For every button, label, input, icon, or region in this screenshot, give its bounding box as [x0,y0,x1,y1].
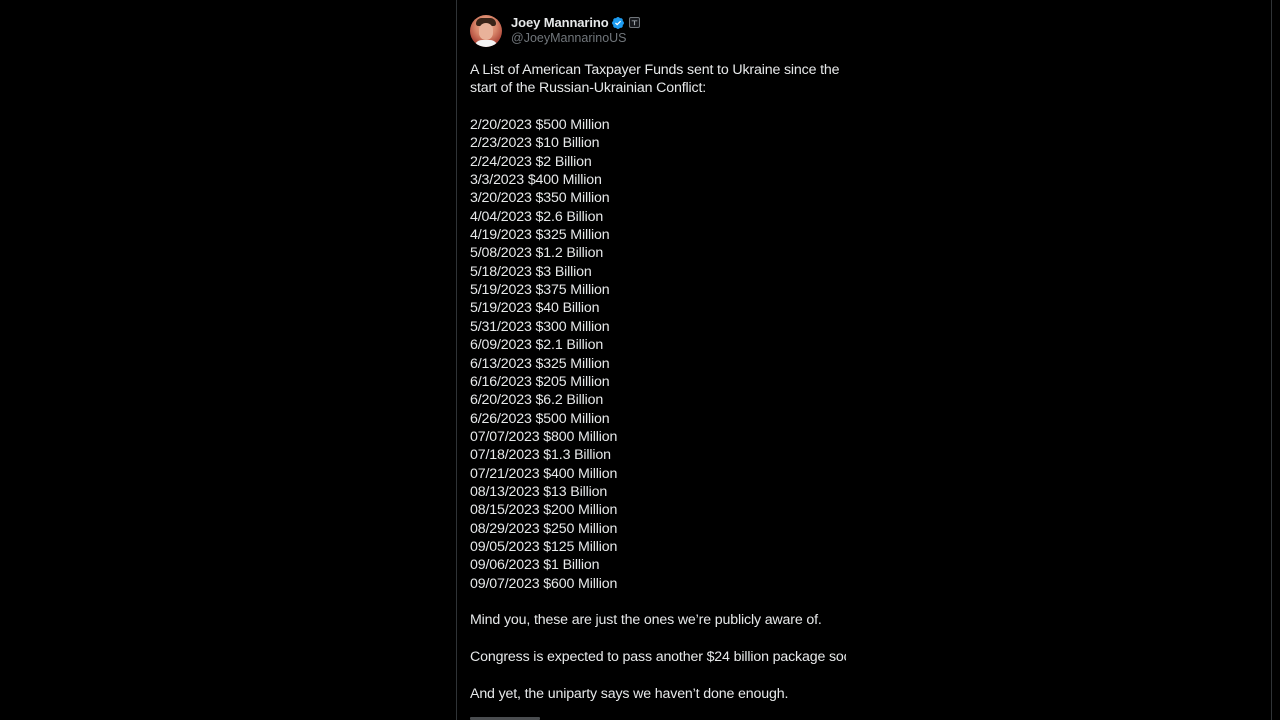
list-item: 07/21/2023 $400 Million [470,465,618,482]
intro-line-2: start of the Russian-Ukrainian Conflict: [470,80,707,97]
truncated-next-line [470,714,590,720]
closing-text: And yet, the uniparty says we haven’t do… [470,685,789,702]
tweet: Joey Mannarino @JoeyMannarinoUS A List o… [470,14,846,703]
list-item: 5/19/2023 $375 Million [470,282,610,299]
list-item: 07/07/2023 $800 Million [470,428,618,445]
list-item: 2/20/2023 $500 Million [470,117,610,134]
author-handle[interactable]: @JoeyMannarinoUS [511,31,640,45]
page: Joey Mannarino @JoeyMannarinoUS A List o… [0,0,1280,720]
list-item: 6/26/2023 $500 Million [470,410,610,427]
list-item: 5/08/2023 $1.2 Billion [470,245,604,262]
avatar-face [479,23,493,40]
tweet-body: A List of American Taxpayer Funds sent t… [470,61,846,703]
list-item: 6/09/2023 $2.1 Billion [470,337,604,354]
name-row: Joey Mannarino [511,14,640,31]
list-item: 08/13/2023 $13 Billion [470,483,608,500]
avatar-shirt [474,40,498,47]
list-item: 2/24/2023 $2 Billion [470,153,592,170]
column-divider-left [456,0,457,720]
list-item: 3/3/2023 $400 Million [470,172,602,189]
list-item: 5/18/2023 $3 Billion [470,263,592,280]
list-item: 6/13/2023 $325 Million [470,355,610,372]
list-item: 6/20/2023 $6.2 Billion [470,392,604,409]
list-item: 09/06/2023 $1 Billion [470,557,600,574]
affiliate-badge-icon[interactable] [628,17,640,28]
tweet-header: Joey Mannarino @JoeyMannarinoUS [470,14,846,50]
list-item: 4/19/2023 $325 Million [470,227,610,244]
column-divider-right [1271,0,1272,720]
list-item: 5/31/2023 $300 Million [470,318,610,335]
display-name[interactable]: Joey Mannarino [511,15,609,30]
list-item: 6/16/2023 $205 Million [470,373,610,390]
list-item: 08/29/2023 $250 Million [470,520,618,537]
list-item: 09/05/2023 $125 Million [470,538,618,555]
congress-text: Congress is expected to pass another $24… [470,649,846,665]
note-text: Mind you, these are just the ones we’re … [470,612,822,629]
list-item: 3/20/2023 $350 Million [470,190,610,207]
list-item: 2/23/2023 $10 Billion [470,135,600,152]
list-item: 09/07/2023 $600 Million [470,575,618,592]
list-item: 08/15/2023 $200 Million [470,502,618,519]
list-item: 5/19/2023 $40 Billion [470,300,600,317]
list-item: 4/04/2023 $2.6 Billion [470,208,604,225]
funding-list: 2/20/2023 $500 Million 2/23/2023 $10 Bil… [470,116,846,593]
author-names: Joey Mannarino @JoeyMannarinoUS [511,14,640,45]
intro-line-1: A List of American Taxpayer Funds sent t… [470,62,840,78]
list-item: 07/18/2023 $1.3 Billion [470,447,611,464]
avatar[interactable] [470,15,502,47]
verified-badge-icon [611,16,625,30]
